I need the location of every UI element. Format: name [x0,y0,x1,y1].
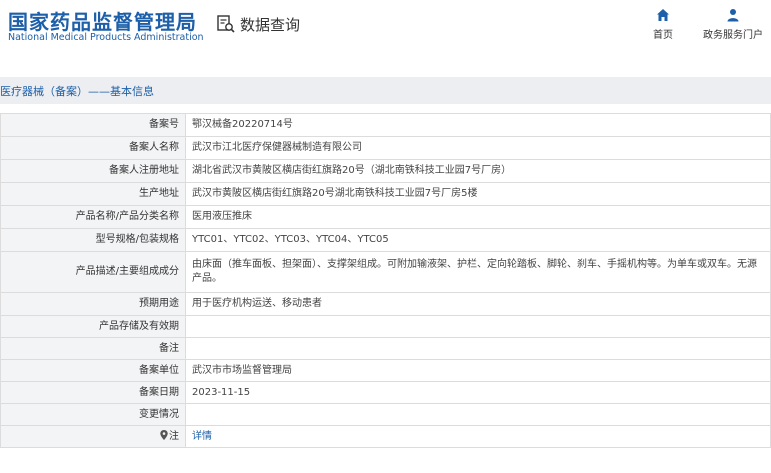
table-row: 型号规格/包装规格 YTC01、YTC02、YTC03、YTC04、YTC05 [0,228,771,252]
table-row: 产品存储及有效期 [0,315,771,338]
row-label: 备案人名称 [0,136,186,160]
nav-service-portal[interactable]: 政务服务门户 [700,8,766,41]
table-row: 注 详情 [0,425,771,448]
row-label: 预期用途 [0,292,186,316]
row-label: 产品名称/产品分类名称 [0,205,186,229]
data-query-link[interactable]: 数据查询 [216,12,300,36]
row-value: 武汉市市场监督管理局 [185,359,771,382]
user-icon [727,9,739,22]
row-value: 鄂汉械备20220714号 [185,113,771,137]
row-label: 备案号 [0,113,186,137]
row-label: 备注 [0,337,186,360]
row-value: 用于医疗机构运送、移动患者 [185,292,771,316]
record-detail-table: 备案号 鄂汉械备20220714号 备案人名称 武汉市江北医疗保健器械制造有限公… [0,113,771,448]
row-value [185,315,771,338]
logo-title-en[interactable]: National Medical Products Administration [8,32,204,43]
home-icon [657,9,669,21]
table-row: 备案日期 2023-11-15 [0,381,771,404]
row-value [185,403,771,426]
detail-link[interactable]: 详情 [192,431,212,442]
row-value: 武汉市黄陂区横店街红旗路20号湖北南铁科技工业园7号厂房5楼 [185,182,771,206]
nav-home-label: 首页 [653,30,673,41]
row-label: 生产地址 [0,182,186,206]
row-label: 型号规格/包装规格 [0,228,186,252]
table-row: 产品描述/主要组成成分 由床面（推车面板、担架面）、支撑架组成。可附加输液架、护… [0,251,771,293]
document-search-icon [217,15,235,33]
table-row: 备注 [0,337,771,360]
table-row: 备案人注册地址 湖北省武汉市黄陂区横店街红旗路20号（湖北南铁科技工业园7号厂房… [0,159,771,183]
row-value: 医用液压推床 [185,205,771,229]
data-query-label: 数据查询 [240,15,301,34]
row-value: 武汉市江北医疗保健器械制造有限公司 [185,136,771,160]
row-value: YTC01、YTC02、YTC03、YTC04、YTC05 [185,228,771,252]
row-value [185,337,771,360]
note-label-text: 注 [169,430,179,442]
location-pin-icon [160,429,168,440]
site-header: 国家药品监督管理局 National Medical Products Admi… [0,0,771,60]
table-row: 备案号 鄂汉械备20220714号 [0,113,771,137]
row-label: 备案日期 [0,381,186,404]
row-label-note: 注 [0,425,186,448]
row-value: 2023-11-15 [185,381,771,404]
table-row: 生产地址 武汉市黄陂区横店街红旗路20号湖北南铁科技工业园7号厂房5楼 [0,182,771,206]
row-label: 备案单位 [0,359,186,382]
row-label: 产品存储及有效期 [0,315,186,338]
table-row: 产品名称/产品分类名称 医用液压推床 [0,205,771,229]
row-value: 湖北省武汉市黄陂区横店街红旗路20号（湖北南铁科技工业园7号厂房） [185,159,771,183]
breadcrumb: 医疗器械（备案）——基本信息 [0,77,771,104]
table-row: 备案人名称 武汉市江北医疗保健器械制造有限公司 [0,136,771,160]
row-label: 产品描述/主要组成成分 [0,251,186,293]
logo-title-cn[interactable]: 国家药品监督管理局 [8,6,197,35]
table-row: 预期用途 用于医疗机构运送、移动患者 [0,292,771,316]
table-row: 备案单位 武汉市市场监督管理局 [0,359,771,382]
row-value: 由床面（推车面板、担架面）、支撑架组成。可附加输液架、护栏、定向轮踏板、脚轮、刹… [185,251,771,293]
table-row: 变更情况 [0,403,771,426]
nav-service-label: 政务服务门户 [703,30,763,41]
row-label: 备案人注册地址 [0,159,186,183]
row-label: 变更情况 [0,403,186,426]
nav-home[interactable]: 首页 [648,8,678,41]
row-value: 详情 [185,425,771,448]
breadcrumb-text: 医疗器械（备案）——基本信息 [0,85,154,98]
